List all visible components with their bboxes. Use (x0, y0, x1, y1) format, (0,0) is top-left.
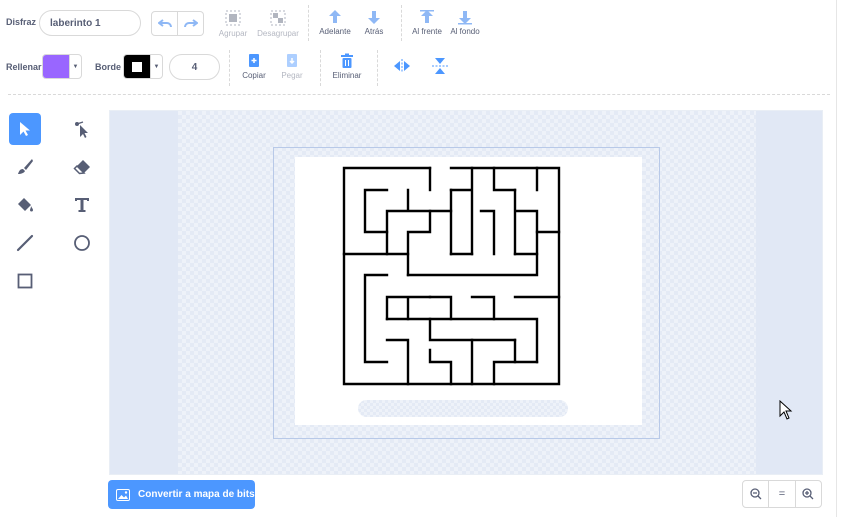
image-icon (116, 488, 130, 501)
convert-bitmap-label: Convertir a mapa de bits (138, 489, 255, 500)
maze-drawing[interactable] (0, 0, 843, 517)
zoom-out-icon (750, 488, 762, 500)
mouse-cursor-icon (779, 400, 793, 420)
zoom-reset-button[interactable]: = (769, 480, 795, 508)
zoom-in-button[interactable] (794, 480, 822, 508)
zoom-in-icon (802, 488, 814, 500)
convert-bitmap-button[interactable]: Convertir a mapa de bits (108, 480, 255, 509)
zoom-out-button[interactable] (742, 480, 770, 508)
zoom-controls: = (742, 480, 822, 508)
